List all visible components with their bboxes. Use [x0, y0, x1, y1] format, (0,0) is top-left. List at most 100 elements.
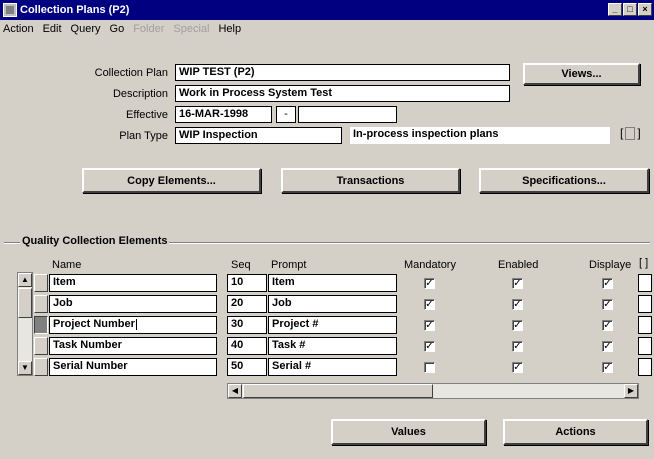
description-label: Description: [112, 88, 168, 100]
plan-type-description: In-process inspection plans: [350, 127, 610, 144]
element-prompt-cell[interactable]: Item: [268, 274, 397, 292]
element-name-cell[interactable]: Serial Number: [49, 358, 217, 376]
displayed-checkbox[interactable]: ✓: [602, 320, 613, 331]
specifications-button[interactable]: Specifications...: [479, 168, 649, 193]
menu-folder[interactable]: Folder: [133, 23, 164, 35]
enabled-checkbox[interactable]: ✓: [512, 299, 523, 310]
element-prompt-cell[interactable]: Task #: [268, 337, 397, 355]
effective-separator: -: [276, 106, 296, 123]
title-bar[interactable]: Collection Plans (P2) _ □ ×: [0, 0, 654, 20]
element-seq-cell[interactable]: 30: [227, 316, 267, 334]
checkmark-icon: ✓: [513, 362, 522, 373]
displayed-checkbox[interactable]: ✓: [602, 278, 613, 289]
window-title: Collection Plans (P2): [20, 4, 130, 16]
row-selector[interactable]: [34, 358, 48, 376]
section-title: Quality Collection Elements: [20, 235, 170, 247]
collection-plan-field[interactable]: WIP TEST (P2): [175, 64, 510, 81]
app-icon[interactable]: [3, 3, 17, 17]
mandatory-checkbox[interactable]: ✓: [424, 341, 435, 352]
element-prompt-cell[interactable]: Project #: [268, 316, 397, 334]
close-icon[interactable]: ×: [638, 3, 652, 16]
checkmark-icon: ✓: [603, 278, 612, 289]
checkmark-icon: ✓: [603, 320, 612, 331]
row-selector[interactable]: [34, 274, 48, 292]
menu-go[interactable]: Go: [110, 23, 125, 35]
element-extra-cell[interactable]: [638, 316, 652, 334]
menu-special[interactable]: Special: [173, 23, 209, 35]
menu-help[interactable]: Help: [218, 23, 241, 35]
element-prompt-cell[interactable]: Serial #: [268, 358, 397, 376]
element-seq-cell[interactable]: 10: [227, 274, 267, 292]
checkmark-icon: ✓: [513, 341, 522, 352]
element-name-cell[interactable]: Job: [49, 295, 217, 313]
menu-bar: Action Edit Query Go Folder Special Help: [0, 20, 654, 38]
element-extra-cell[interactable]: [638, 274, 652, 292]
row-selector[interactable]: [34, 295, 48, 313]
plan-type-field[interactable]: WIP Inspection: [175, 127, 342, 144]
enabled-checkbox[interactable]: ✓: [512, 320, 523, 331]
column-header-seq: Seq: [231, 259, 251, 271]
values-button[interactable]: Values: [331, 419, 486, 445]
enabled-checkbox[interactable]: ✓: [512, 341, 523, 352]
mandatory-checkbox[interactable]: ✓: [424, 299, 435, 310]
effective-to-field[interactable]: [298, 106, 397, 123]
column-header-displayed: Displaye: [589, 259, 632, 271]
checkmark-icon: ✓: [425, 320, 434, 331]
transactions-button[interactable]: Transactions: [281, 168, 460, 193]
vertical-scrollbar[interactable]: ▲ ▼: [17, 272, 33, 376]
displayed-checkbox[interactable]: ✓: [602, 299, 613, 310]
enabled-checkbox[interactable]: ✓: [512, 278, 523, 289]
checkmark-icon: ✓: [513, 299, 522, 310]
plan-type-label: Plan Type: [119, 130, 168, 142]
vertical-scroll-thumb[interactable]: [18, 288, 32, 318]
copy-elements-button[interactable]: Copy Elements...: [82, 168, 261, 193]
row-selector[interactable]: [34, 316, 48, 334]
element-seq-cell[interactable]: 40: [227, 337, 267, 355]
column-header-enabled: Enabled: [498, 259, 539, 271]
displayed-checkbox[interactable]: ✓: [602, 341, 613, 352]
horizontal-scrollbar[interactable]: ◀ ▶: [227, 383, 639, 399]
flexfield-indicator[interactable]: []: [620, 126, 648, 144]
effective-from-field[interactable]: 16-MAR-1998: [175, 106, 272, 123]
maximize-icon[interactable]: □: [623, 3, 637, 16]
mandatory-checkbox[interactable]: ✓: [424, 320, 435, 331]
enabled-checkbox[interactable]: ✓: [512, 362, 523, 373]
element-prompt-cell[interactable]: Job: [268, 295, 397, 313]
views-button[interactable]: Views...: [523, 63, 640, 85]
actions-button[interactable]: Actions: [503, 419, 648, 445]
element-name-cell[interactable]: Task Number: [49, 337, 217, 355]
menu-query[interactable]: Query: [71, 23, 101, 35]
collection-plans-window: Collection Plans (P2) _ □ × Action Edit …: [0, 0, 654, 459]
element-extra-cell[interactable]: [638, 337, 652, 355]
checkmark-icon: ✓: [425, 341, 434, 352]
displayed-checkbox[interactable]: ✓: [602, 362, 613, 373]
menu-action[interactable]: Action: [3, 23, 34, 35]
checkmark-icon: ✓: [603, 299, 612, 310]
scroll-up-icon[interactable]: ▲: [18, 273, 32, 287]
effective-label: Effective: [126, 109, 168, 121]
checkmark-icon: ✓: [513, 320, 522, 331]
column-folder-indicator[interactable]: [ ]: [639, 257, 648, 269]
collection-plan-label: Collection Plan: [94, 67, 168, 79]
text-cursor: [135, 318, 137, 330]
scroll-down-icon[interactable]: ▼: [18, 361, 32, 375]
column-header-prompt: Prompt: [271, 259, 307, 271]
mandatory-checkbox[interactable]: ✓: [424, 278, 435, 289]
scroll-right-icon[interactable]: ▶: [624, 384, 638, 398]
element-seq-cell[interactable]: 20: [227, 295, 267, 313]
element-name-cell[interactable]: Project Number: [49, 316, 217, 334]
column-header-mandatory: Mandatory: [404, 259, 456, 271]
menu-edit[interactable]: Edit: [43, 23, 62, 35]
element-extra-cell[interactable]: [638, 295, 652, 313]
checkmark-icon: ✓: [603, 341, 612, 352]
horizontal-scroll-thumb[interactable]: [243, 384, 433, 398]
minimize-icon[interactable]: _: [608, 3, 622, 16]
description-field[interactable]: Work in Process System Test: [175, 85, 510, 102]
mandatory-checkbox[interactable]: [424, 362, 435, 373]
checkmark-icon: ✓: [603, 362, 612, 373]
scroll-left-icon[interactable]: ◀: [228, 384, 242, 398]
element-name-cell[interactable]: Item: [49, 274, 217, 292]
element-seq-cell[interactable]: 50: [227, 358, 267, 376]
element-extra-cell[interactable]: [638, 358, 652, 376]
row-selector[interactable]: [34, 337, 48, 355]
